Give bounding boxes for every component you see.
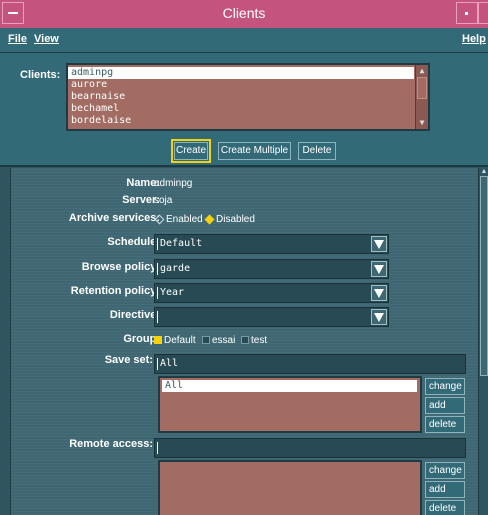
window-title: Clients [222,5,266,21]
group-default-label: Default [164,335,196,346]
text-caret [157,287,158,299]
minimize-icon [465,12,468,15]
directive-combo[interactable] [154,307,389,327]
save-set-change-button[interactable]: change [425,378,465,395]
clients-scrollbar[interactable]: ▲ ▼ [415,65,428,129]
scroll-up-icon[interactable]: ▲ [479,168,488,176]
list-item[interactable]: aurore [68,79,428,91]
scroll-down-icon[interactable]: ▼ [417,118,427,128]
checkbox-icon [202,336,210,345]
retention-policy-label: Retention policy: [70,285,160,297]
minimize-button[interactable] [456,2,478,24]
list-item[interactable]: adminpg [68,67,414,79]
remote-access-list[interactable] [158,460,422,515]
save-set-label: Save set: [104,354,153,366]
radio-off-icon [154,214,165,225]
dropdown-icon[interactable] [371,285,387,301]
client-form: Name: adminpg Server: soja Archive servi… [10,168,479,515]
menu-help[interactable]: Help [462,33,486,45]
save-set-input-value: All [160,358,179,369]
remote-access-input[interactable] [154,438,466,458]
retention-policy-value: Year [160,287,185,298]
group-checkbox-test[interactable]: test [241,334,267,348]
menu-file[interactable]: File [8,33,27,45]
list-item[interactable]: All [162,380,417,392]
create-button[interactable]: Create [171,139,211,163]
browse-policy-value: garde [160,263,191,274]
browse-policy-combo[interactable]: garde [154,259,389,279]
clients-panel: Clients: adminpg aurore bearnaise becham… [0,53,488,165]
radio-on-icon [204,214,215,225]
schedule-combo[interactable]: Default [154,234,389,254]
remote-access-add-button[interactable]: add [425,481,465,498]
dropdown-icon[interactable] [371,309,387,325]
create-multiple-button[interactable]: Create Multiple [218,142,291,160]
clients-list[interactable]: adminpg aurore bearnaise bechamel bordel… [66,63,430,131]
dropdown-icon[interactable] [371,261,387,277]
scroll-thumb[interactable] [480,176,488,376]
schedule-value: Default [160,238,203,249]
maximize-button[interactable] [478,2,488,24]
remote-access-delete-button[interactable]: delete [425,500,465,515]
server-value: soja [154,195,173,206]
directive-label: Directive: [109,309,160,321]
scroll-thumb[interactable] [417,77,427,99]
divider [0,165,488,167]
list-item[interactable]: bordelaise [68,115,428,127]
text-caret [157,442,158,454]
form-scrollbar[interactable]: ▲ [478,168,488,515]
title-bar: Clients [0,0,488,29]
remote-access-label: Remote access: [69,438,153,450]
text-caret [157,238,158,250]
archive-disabled-label: Disabled [216,214,255,225]
menu-view[interactable]: View [34,33,59,45]
archive-disabled-radio[interactable]: Disabled [204,213,255,227]
group-essai-label: essai [212,335,236,346]
clients-label: Clients: [20,69,61,81]
list-item[interactable]: bearnaise [68,91,428,103]
save-set-delete-button[interactable]: delete [425,416,465,433]
archive-enabled-label: Enabled [166,214,203,225]
scroll-up-icon[interactable]: ▲ [417,66,427,76]
archive-services-radio-group: Enabled Disabled [154,213,274,227]
list-item[interactable]: bechamel [68,103,428,115]
retention-policy-combo[interactable]: Year [154,283,389,303]
text-caret [157,311,158,323]
group-checkbox-essai[interactable]: essai [202,334,235,348]
archive-services-label: Archive services: [68,212,160,224]
save-set-add-button[interactable]: add [425,397,465,414]
dropdown-icon[interactable] [371,236,387,252]
text-caret [157,358,158,370]
name-value: adminpg [154,178,193,189]
menu-bar: File View Help [0,28,488,53]
archive-enabled-radio[interactable]: Enabled [154,213,203,227]
save-set-list[interactable]: All [158,376,422,433]
save-set-input[interactable]: All [154,354,466,374]
delete-button[interactable]: Delete [298,142,336,160]
browse-policy-label: Browse policy: [81,261,160,273]
text-caret [157,263,158,275]
schedule-label: Schedule: [107,236,160,248]
group-test-label: test [251,335,268,346]
checkbox-checked-icon [154,336,162,345]
remote-access-change-button[interactable]: change [425,462,465,479]
checkbox-icon [241,336,249,345]
group-checkbox-default[interactable]: Default [154,334,196,348]
